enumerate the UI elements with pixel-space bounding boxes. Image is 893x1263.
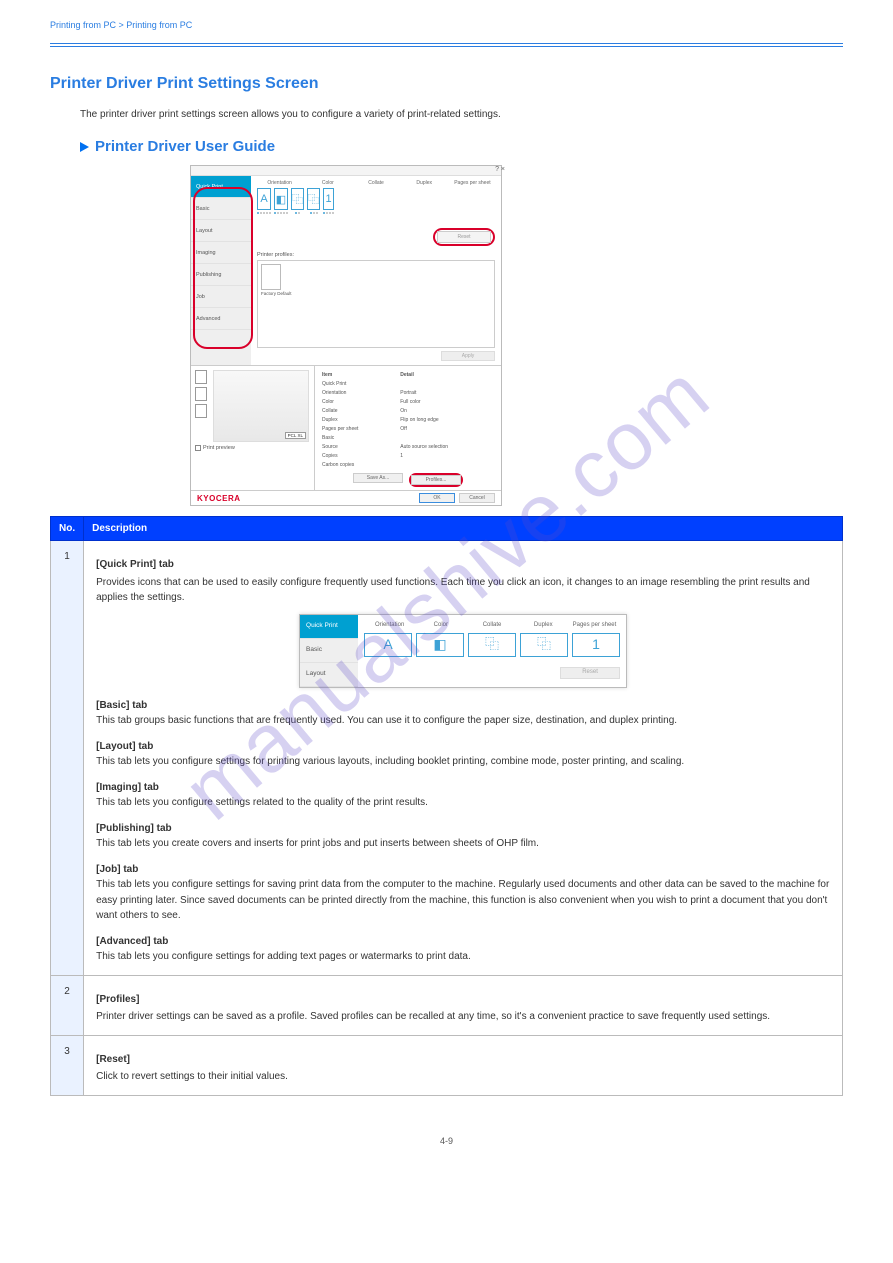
- help-icon[interactable]: ?: [495, 166, 499, 173]
- duplex-icon[interactable]: ⿻: [307, 188, 320, 210]
- arrow-icon: [80, 142, 89, 152]
- description-table: No. Description 1 [Quick Print] tab Prov…: [50, 516, 843, 1096]
- basic-body: This tab groups basic functions that are…: [96, 713, 830, 729]
- row2-head: [Profiles]: [96, 992, 830, 1008]
- profile-thumb[interactable]: [261, 264, 281, 290]
- imaging-head: [Imaging] tab: [96, 780, 830, 796]
- ms-duplex-icon[interactable]: ⿻: [520, 633, 568, 657]
- publishing-head: [Publishing] tab: [96, 821, 830, 837]
- ms-orientation-icon[interactable]: A: [364, 633, 412, 657]
- cat-orientation: Orientation: [257, 180, 302, 186]
- quick-print-mini-screenshot: Quick Print Basic Layout Orientation Col…: [299, 614, 627, 688]
- cat-pages-per-sheet: Pages per sheet: [450, 180, 495, 186]
- reference-link: Printer Driver User Guide: [95, 138, 275, 155]
- col-desc: Description: [84, 517, 843, 541]
- print-preview-label: Print preview: [203, 445, 235, 451]
- section-title: Printer Driver Print Settings Screen: [50, 75, 843, 93]
- cat-color: Color: [305, 180, 350, 186]
- printer-profiles-label: Printer profiles:: [257, 252, 495, 258]
- job-body: This tab lets you configure settings for…: [96, 877, 830, 924]
- layout-head: [Layout] tab: [96, 739, 830, 755]
- publishing-body: This tab lets you create covers and inse…: [96, 836, 830, 852]
- settings-summary-table: ItemDetail Quick Print OrientationPortra…: [318, 369, 498, 470]
- ms-collate-icon[interactable]: ⿻: [468, 633, 516, 657]
- dialog-sidebar: Quick Print Basic Layout Imaging Publish…: [191, 176, 251, 365]
- brand-logo: KYOCERA: [197, 494, 241, 503]
- row2-body: Printer driver settings can be saved as …: [96, 1009, 830, 1025]
- ms-tab-quick-print[interactable]: Quick Print: [300, 615, 358, 639]
- close-icon[interactable]: ×: [501, 166, 505, 173]
- printer-image: PCL XL: [213, 370, 309, 442]
- row1-head: [Quick Print] tab: [96, 557, 830, 573]
- basic-head: [Basic] tab: [96, 698, 830, 714]
- apply-button[interactable]: Apply: [441, 351, 495, 361]
- row1-no: 1: [51, 541, 84, 976]
- tab-basic[interactable]: Basic: [191, 198, 251, 220]
- profile-caption: Factory Default: [261, 291, 491, 296]
- save-as-button[interactable]: Save As...: [353, 473, 403, 483]
- print-settings-dialog: ? × Quick Print Basic Layout Imaging Pub…: [190, 165, 502, 506]
- profiles-button[interactable]: Profiles...: [411, 475, 461, 485]
- imaging-body: This tab lets you configure settings rel…: [96, 795, 830, 811]
- row3-body: Click to revert settings to their initia…: [96, 1069, 830, 1085]
- reset-button[interactable]: Reset: [437, 231, 491, 243]
- page-number: 4-9: [50, 1136, 843, 1146]
- cat-duplex: Duplex: [402, 180, 447, 186]
- ms-color-icon[interactable]: ◧: [416, 633, 464, 657]
- pages-per-sheet-icon[interactable]: 1: [323, 188, 334, 210]
- layout-body: This tab lets you configure settings for…: [96, 754, 830, 770]
- printer-profiles-box: Factory Default: [257, 260, 495, 348]
- row3-no: 3: [51, 1035, 84, 1095]
- tab-imaging[interactable]: Imaging: [191, 242, 251, 264]
- advanced-body: This tab lets you configure settings for…: [96, 949, 830, 965]
- col-no: No.: [51, 517, 84, 541]
- callout-highlight-profiles: Profiles...: [409, 473, 463, 487]
- tab-quick-print[interactable]: Quick Print: [191, 176, 251, 198]
- row1-text: Provides icons that can be used to easil…: [96, 575, 830, 606]
- header-breadcrumb: Printing from PC > Printing from PC: [50, 20, 192, 30]
- tab-advanced[interactable]: Advanced: [191, 308, 251, 330]
- job-head: [Job] tab: [96, 862, 830, 878]
- preview-thumb-3[interactable]: [195, 404, 207, 418]
- cat-collate: Collate: [353, 180, 398, 186]
- ok-button[interactable]: OK: [419, 493, 455, 503]
- orientation-icon[interactable]: A: [257, 188, 271, 210]
- color-icon[interactable]: ◧: [274, 188, 288, 210]
- cancel-button[interactable]: Cancel: [459, 493, 495, 503]
- preview-thumb-2[interactable]: [195, 387, 207, 401]
- tab-publishing[interactable]: Publishing: [191, 264, 251, 286]
- collate-icon[interactable]: ⿻: [291, 188, 304, 210]
- ms-tab-layout[interactable]: Layout: [300, 663, 358, 687]
- row3-head: [Reset]: [96, 1052, 830, 1068]
- preview-thumb-1[interactable]: [195, 370, 207, 384]
- ms-tab-basic[interactable]: Basic: [300, 639, 358, 663]
- tab-job[interactable]: Job: [191, 286, 251, 308]
- tab-layout[interactable]: Layout: [191, 220, 251, 242]
- row2-no: 2: [51, 975, 84, 1035]
- ms-reset-button[interactable]: Reset: [560, 667, 620, 679]
- callout-highlight-reset: Reset: [433, 228, 495, 246]
- print-preview-checkbox[interactable]: [195, 445, 201, 451]
- pcl-badge: PCL XL: [285, 432, 306, 439]
- advanced-head: [Advanced] tab: [96, 934, 830, 950]
- ms-ppsheet-icon[interactable]: 1: [572, 633, 620, 657]
- section-lead: The printer driver print settings screen…: [80, 109, 843, 120]
